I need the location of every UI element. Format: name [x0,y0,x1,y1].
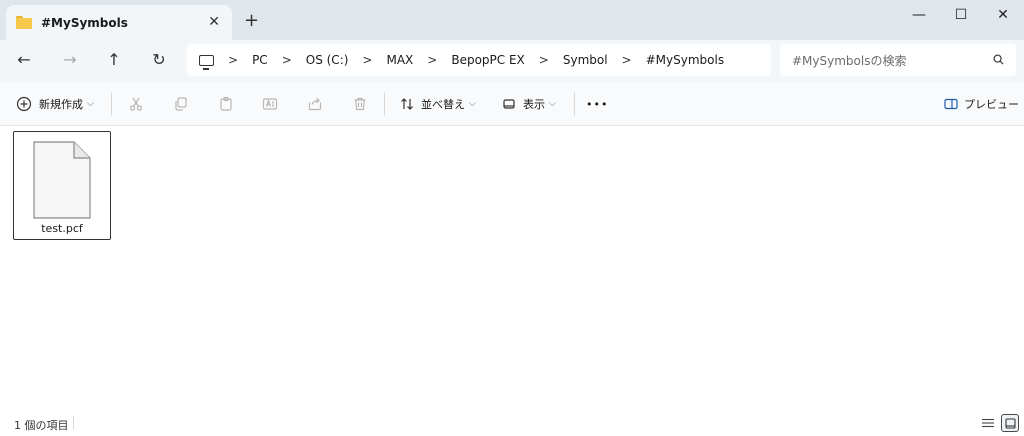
paste-button[interactable] [216,93,236,115]
breadcrumb-item-max[interactable]: MAX [386,53,413,67]
tiles-view-icon [1004,417,1016,429]
search-icon[interactable] [993,54,1004,65]
title-bar: #MySymbols ✕ + — ☐ ✕ [0,0,1024,40]
breadcrumb-item-symbol[interactable]: Symbol [563,53,608,67]
up-button[interactable]: ↑ [103,49,125,71]
breadcrumb-item-bepoppc-ex[interactable]: BepopPC EX [451,53,524,67]
pc-icon [199,54,214,70]
minimize-button[interactable]: — [909,5,929,25]
maximize-button[interactable]: ☐ [951,5,971,25]
chevron-right-icon[interactable]: > [362,53,372,67]
file-item-test-pcf[interactable]: test.pcf [13,131,111,240]
view-icon [499,94,519,114]
cut-button[interactable] [126,93,146,115]
chevron-down-icon: ⌵ [549,99,556,109]
tab-mysymbols[interactable]: #MySymbols ✕ [6,5,232,40]
sort-button-label: 並べ替え [421,98,465,111]
rename-icon [260,94,280,114]
trash-icon [350,94,370,114]
search-input[interactable]: #MySymbolsの検索 [792,52,906,69]
new-tab-button[interactable]: + [244,10,259,31]
command-bar: 新規作成 ⌵ 並べ替え ⌵ 表示 ⌵ ••• プレビュー [0,82,1024,126]
preview-button[interactable]: プレビュー [941,93,1019,115]
copy-icon [171,94,191,114]
tab-close-icon[interactable]: ✕ [208,14,220,30]
status-divider [73,416,74,430]
item-count: 1 個の項目 [14,419,69,432]
folder-icon [16,16,32,29]
address-bar[interactable]: > PC > OS (C:) > MAX > BepopPC EX > Symb… [187,44,771,76]
toolbar-divider [574,92,575,116]
tab-title: #MySymbols [41,15,128,30]
paste-icon [216,94,236,114]
chevron-right-icon[interactable]: > [622,53,632,67]
refresh-button[interactable]: ↻ [148,49,170,71]
search-box[interactable]: #MySymbolsの検索 [780,44,1016,76]
chevron-right-icon[interactable]: > [427,53,437,67]
toolbar-divider [111,92,112,116]
forward-button[interactable]: → [59,49,81,71]
breadcrumb-item-pc[interactable]: PC [252,53,268,67]
toolbar-divider [384,92,385,116]
share-button[interactable] [305,93,325,115]
view-button[interactable]: 表示 ⌵ [499,93,556,115]
new-button-label: 新規作成 [39,98,83,111]
chevron-down-icon: ⌵ [469,99,476,109]
more-options-button[interactable]: ••• [586,93,608,115]
sort-button[interactable]: 並べ替え ⌵ [397,93,476,115]
breadcrumb-item-os-c[interactable]: OS (C:) [306,53,349,67]
sort-icon [397,94,417,114]
breadcrumb-item-mysymbols[interactable]: #MySymbols [646,53,724,67]
chevron-right-icon[interactable]: > [539,53,549,67]
copy-button[interactable] [171,93,191,115]
view-button-label: 表示 [523,98,545,111]
status-bar: 1 個の項目 [0,410,1024,436]
rename-button[interactable] [260,93,280,115]
back-button[interactable]: ← [13,49,35,71]
large-icons-view-button[interactable] [1001,414,1019,432]
document-icon [33,141,91,219]
cut-icon [126,94,146,114]
file-list-area[interactable]: test.pcf [0,126,1024,410]
preview-pane-icon [941,94,961,114]
file-name: test.pcf [41,222,83,235]
list-view-icon [982,418,994,428]
close-button[interactable]: ✕ [993,5,1013,25]
navigation-bar: ← → ↑ ↻ > PC > OS (C:) > MAX > BepopPC E… [0,40,1024,82]
chevron-down-icon: ⌵ [87,99,94,109]
chevron-right-icon[interactable]: > [282,53,292,67]
preview-button-label: プレビュー [964,98,1019,111]
plus-circle-icon [14,94,34,114]
delete-button[interactable] [350,93,370,115]
chevron-right-icon[interactable]: > [228,53,238,67]
share-icon [305,94,325,114]
details-view-button[interactable] [979,414,997,432]
new-button[interactable]: 新規作成 ⌵ [14,93,94,115]
